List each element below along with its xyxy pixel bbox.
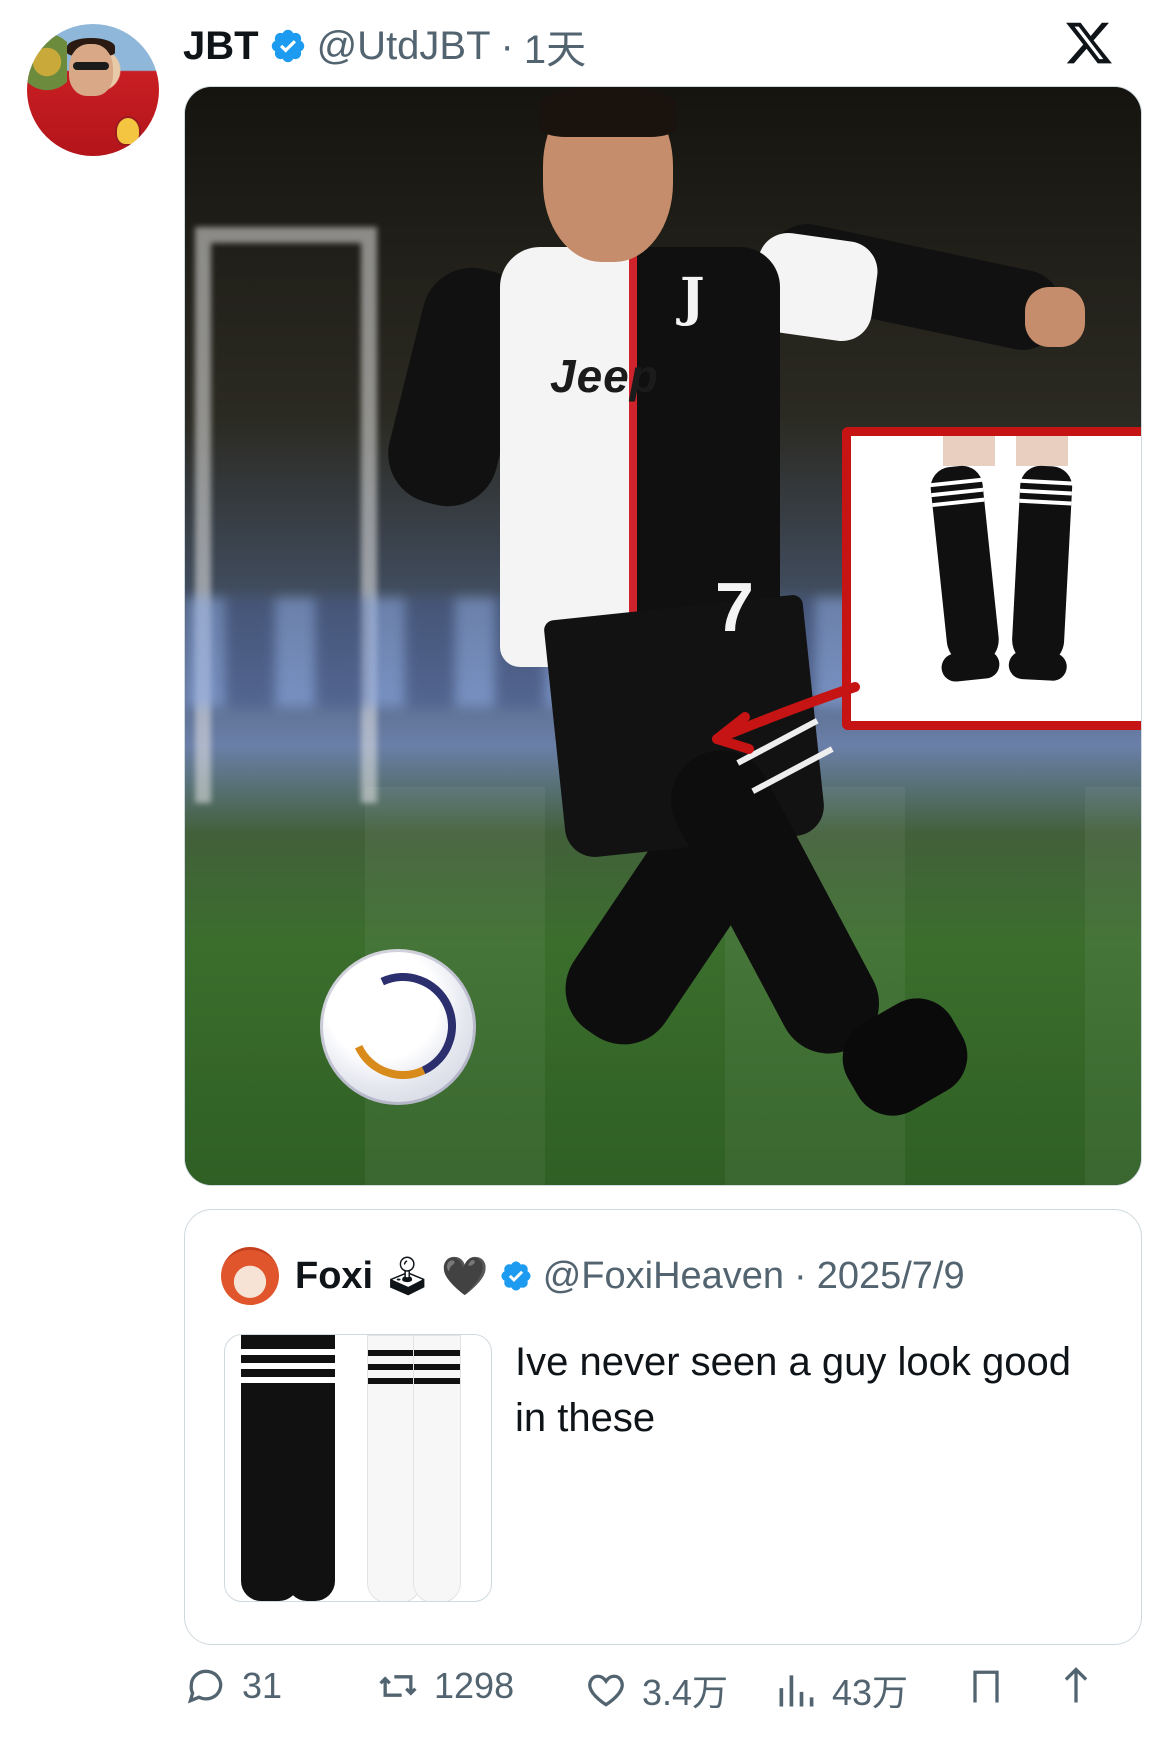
black-sock — [287, 1335, 335, 1601]
thigh-high-sock — [1008, 464, 1074, 682]
share-icon — [1064, 1667, 1088, 1703]
reply-count: 31 — [242, 1665, 283, 1706]
views-button[interactable]: 43万 — [774, 1664, 908, 1716]
heart-icon — [588, 1674, 624, 1707]
author-avatar[interactable] — [27, 24, 159, 156]
quoted-author-avatar[interactable] — [221, 1247, 279, 1305]
author-name[interactable]: JBT — [183, 24, 259, 69]
reply-button[interactable]: 31 — [184, 1664, 282, 1708]
views-icon — [779, 1675, 814, 1707]
retweet-button[interactable]: 1298 — [376, 1664, 514, 1708]
black-heart-emoji: 🖤 — [441, 1253, 489, 1298]
quoted-tweet-text: Ive never seen a guy look good in these — [515, 1340, 1071, 1440]
quoted-author-name[interactable]: Foxi — [295, 1255, 373, 1298]
verified-badge-icon — [271, 29, 304, 63]
shirt-number: 7 — [715, 568, 754, 646]
separator-dot: · — [794, 1254, 807, 1297]
retweet-icon — [379, 1675, 417, 1697]
quoted-author-handle[interactable]: @FoxiHeaven — [543, 1255, 784, 1298]
club-crest: J — [680, 267, 705, 328]
red-arrow-icon — [712, 682, 860, 754]
views-count: 43万 — [832, 1672, 909, 1713]
author-handle[interactable]: @UtdJBT — [317, 24, 491, 69]
joystick-emoji: 🕹 — [383, 1253, 432, 1298]
verified-badge-icon — [501, 1261, 531, 1291]
white-sock — [413, 1335, 461, 1601]
bookmark-icon — [973, 1670, 999, 1703]
tweet-media-image[interactable]: J Jeep 7 — [184, 86, 1142, 1186]
quoted-tweet-date[interactable]: 2025/7/9 — [817, 1255, 965, 1298]
tweet-header: JBT @UtdJBT · 1天 — [183, 18, 586, 74]
share-button[interactable] — [1054, 1664, 1098, 1708]
tweet-time[interactable]: 1天 — [524, 17, 586, 75]
like-count: 3.4万 — [642, 1672, 729, 1713]
jersey-sponsor: Jeep — [550, 350, 659, 402]
quoted-tweet[interactable]: Foxi 🕹 🖤 @FoxiHeaven · 2025/7/9 Ive neve… — [184, 1209, 1142, 1645]
socks-inset-image — [842, 427, 1141, 730]
separator-dot: · — [500, 23, 514, 68]
like-button[interactable]: 3.4万 — [584, 1664, 728, 1716]
bookmark-button[interactable] — [964, 1664, 1008, 1708]
retweet-count: 1298 — [434, 1665, 515, 1706]
quoted-tweet-image[interactable] — [224, 1334, 492, 1602]
football — [320, 949, 476, 1105]
quoted-tweet-header: Foxi 🕹 🖤 @FoxiHeaven · 2025/7/9 — [221, 1247, 965, 1305]
thigh-high-sock — [928, 463, 1002, 683]
x-logo-icon — [1066, 22, 1112, 64]
reply-icon — [187, 1669, 223, 1704]
tweet-action-bar: 31 1298 3.4万 43万 — [184, 1664, 1114, 1724]
